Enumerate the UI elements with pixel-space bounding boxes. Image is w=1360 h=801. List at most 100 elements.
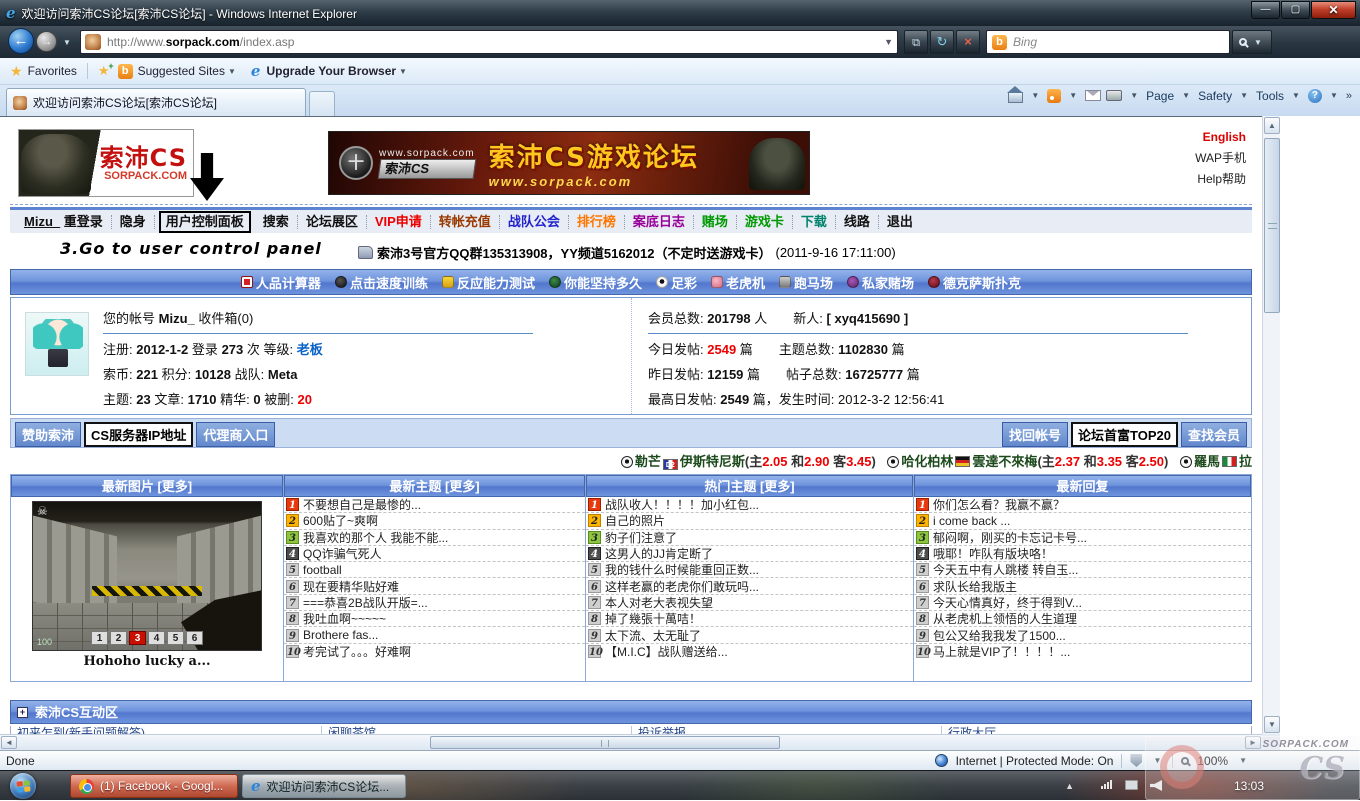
topic-list-item[interactable]: 600贴了~爽啊 <box>284 513 585 529</box>
nav-invisible[interactable]: 隐身 <box>112 215 155 229</box>
pager-button[interactable]: 5 <box>167 631 184 645</box>
quick-link[interactable]: 老虎机 <box>711 273 765 292</box>
forward-button[interactable]: → <box>36 31 57 52</box>
suggested-sites-dropdown[interactable]: ▼ <box>228 67 236 76</box>
taskbar-ie-window[interactable]: e 欢迎访问索沛CS论坛... <box>242 774 406 798</box>
topic-list-item[interactable]: 包公又给我我发了1500... <box>914 627 1251 643</box>
section-bar[interactable]: + 索沛CS互动区 <box>10 700 1252 724</box>
topic-list-item[interactable]: 本人对老大表视失望 <box>586 595 913 611</box>
topic-list-item[interactable]: 今天心情真好，终于得到V... <box>914 595 1251 611</box>
nav-forum-zone[interactable]: 论坛展区 <box>298 215 367 229</box>
search-box[interactable]: b Bing <box>986 30 1230 54</box>
column-header[interactable]: 热门主题 [更多] <box>586 475 913 497</box>
topic-list-item[interactable]: i come back ... <box>914 513 1251 529</box>
topic-list-item[interactable]: 我的钱什么时候能重回正数... <box>586 562 913 578</box>
quick-link[interactable]: 人品计算器 <box>241 273 321 292</box>
maximize-button[interactable]: ▢ <box>1281 1 1310 19</box>
toolbar-button[interactable]: 找回帐号 <box>1002 422 1068 447</box>
new-tab-button[interactable] <box>309 91 335 116</box>
topic-list-item[interactable]: 郁闷啊，刚买的卡忘记卡号... <box>914 530 1251 546</box>
nav-logout[interactable]: 退出 <box>879 215 921 229</box>
topic-list-item[interactable]: 掉了幾張十萬咭！ <box>586 611 913 627</box>
topic-list-item[interactable]: 不要想自己是最惨的... <box>284 497 585 513</box>
add-favorite-icon[interactable]: ★ <box>98 63 110 79</box>
nav-transfer[interactable]: 转帐充值 <box>431 215 500 229</box>
help-icon[interactable]: ? <box>1308 89 1322 103</box>
announcement[interactable]: 索沛3号官方QQ群135313908，YY频道5162012（不定时送游戏卡） … <box>358 243 896 262</box>
quick-link[interactable]: 反应能力测试 <box>442 273 535 292</box>
topic-list-item[interactable]: Brothere fas... <box>284 627 585 643</box>
history-dropdown-icon[interactable]: ▼ <box>63 38 71 47</box>
expand-icon[interactable]: + <box>17 707 28 718</box>
back-button[interactable]: ← <box>8 28 34 54</box>
corner-link[interactable]: English <box>1195 127 1246 148</box>
site-logo[interactable]: 索沛CS SORPACK.COM <box>18 129 194 197</box>
topic-list-item[interactable]: 我吐血啊~~~~~ <box>284 611 585 627</box>
print-icon[interactable] <box>1106 90 1122 101</box>
cs-screenshot[interactable]: ☠ 100 123456 <box>32 501 262 651</box>
taskbar-chrome-window[interactable]: (1) Facebook - Googl... <box>70 774 238 798</box>
zoom-dropdown[interactable]: ▼ <box>1239 756 1247 765</box>
stop-button[interactable]: × <box>956 30 980 54</box>
topic-list-item[interactable]: 今天五中有人跳楼 转自玉... <box>914 562 1251 578</box>
topic-list-item[interactable]: 战队收人！！！！加小红包... <box>586 497 913 513</box>
horizontal-scrollbar[interactable]: ◄ ► <box>0 734 1262 750</box>
topic-list-item[interactable]: 这男人的JJ肯定断了 <box>586 546 913 562</box>
upgrade-browser-label[interactable]: Upgrade Your Browser <box>266 64 396 78</box>
toolbar-button[interactable]: 查找会员 <box>1181 422 1247 447</box>
pager-button[interactable]: 3 <box>129 631 146 645</box>
quick-link[interactable]: 你能坚持多久 <box>549 273 642 292</box>
toolbar-button[interactable]: 赞助索沛 <box>15 422 81 447</box>
quick-link[interactable]: 德克萨斯扑克 <box>928 273 1021 292</box>
start-button[interactable] <box>10 773 36 799</box>
board-link[interactable]: 闲聊茶馆 <box>321 726 631 734</box>
search-button[interactable]: ▼ <box>1232 30 1272 54</box>
nav-search[interactable]: 搜索 <box>255 215 298 229</box>
inbox-link[interactable]: 收件箱(0) <box>198 311 253 326</box>
topic-list-item[interactable]: 从老虎机上领悟的人生道理 <box>914 611 1251 627</box>
safety-menu[interactable]: Safety <box>1198 89 1232 103</box>
protection-icon[interactable] <box>1130 754 1142 767</box>
nav-download[interactable]: 下载 <box>793 215 836 229</box>
quick-link[interactable]: 点击速度训练 <box>335 273 428 292</box>
quick-link[interactable]: 私家赌场 <box>847 273 914 292</box>
nav-gamecard[interactable]: 游戏卡 <box>737 215 793 229</box>
corner-link[interactable]: WAP手机 <box>1195 148 1246 169</box>
pager-button[interactable]: 2 <box>110 631 127 645</box>
topic-list-item[interactable]: 豹子们注意了 <box>586 530 913 546</box>
board-link[interactable]: 行政大厅 <box>941 726 1251 734</box>
refresh-button[interactable]: ↻ <box>930 30 954 54</box>
horizontal-scroll-thumb[interactable] <box>430 736 780 749</box>
favorites-star-icon[interactable]: ★ <box>10 63 23 80</box>
address-dropdown-icon[interactable]: ▼ <box>884 37 893 47</box>
column-header[interactable]: 最新主题 [更多] <box>284 475 585 497</box>
toolbar-button[interactable]: CS服务器IP地址 <box>84 422 193 447</box>
topic-list-item[interactable]: 考完试了。。。好难啊 <box>284 644 585 660</box>
tools-menu[interactable]: Tools <box>1256 89 1284 103</box>
home-icon[interactable] <box>1008 92 1023 103</box>
topic-list-item[interactable]: football <box>284 562 585 578</box>
toolbar-button[interactable]: 代理商入口 <box>196 422 275 447</box>
banner-ad[interactable]: 十 www.sorpack.com 索沛CS 索沛CS游戏论坛 www.sorp… <box>328 131 810 195</box>
topic-list-item[interactable]: ===恭喜2B战队开版=... <box>284 595 585 611</box>
nav-vip[interactable]: VIP申请 <box>367 215 431 229</box>
nav-username[interactable]: Mizu_ 重登录 <box>16 215 112 229</box>
favorites-label[interactable]: Favorites <box>28 64 77 78</box>
quick-link[interactable]: 足彩 <box>656 273 697 292</box>
taskbar-clock[interactable]: 13:03 <box>1234 779 1264 793</box>
suggested-sites-label[interactable]: Suggested Sites <box>138 64 225 78</box>
topic-list-item[interactable]: 现在要精华贴好难 <box>284 578 585 594</box>
user-avatar[interactable] <box>25 312 89 376</box>
nav-ranking[interactable]: 排行榜 <box>569 215 625 229</box>
toolbar-button[interactable]: 论坛首富TOP20 <box>1071 422 1178 447</box>
topic-list-item[interactable]: 太下流、太无耻了 <box>586 627 913 643</box>
scroll-left-button[interactable]: ◄ <box>1 736 17 749</box>
corner-link[interactable]: Help帮助 <box>1195 169 1246 190</box>
topic-list-item[interactable]: 我喜欢的那个人 我能不能... <box>284 530 585 546</box>
topic-list-item[interactable]: 哦耶！咋队有版块咯！ <box>914 546 1251 562</box>
vertical-scroll-thumb[interactable] <box>1264 138 1280 313</box>
nav-casino[interactable]: 赌场 <box>694 215 737 229</box>
compatibility-view-button[interactable]: ⧉ <box>904 30 928 54</box>
mail-icon[interactable] <box>1085 90 1101 101</box>
zoom-level[interactable]: 100% <box>1197 754 1228 768</box>
